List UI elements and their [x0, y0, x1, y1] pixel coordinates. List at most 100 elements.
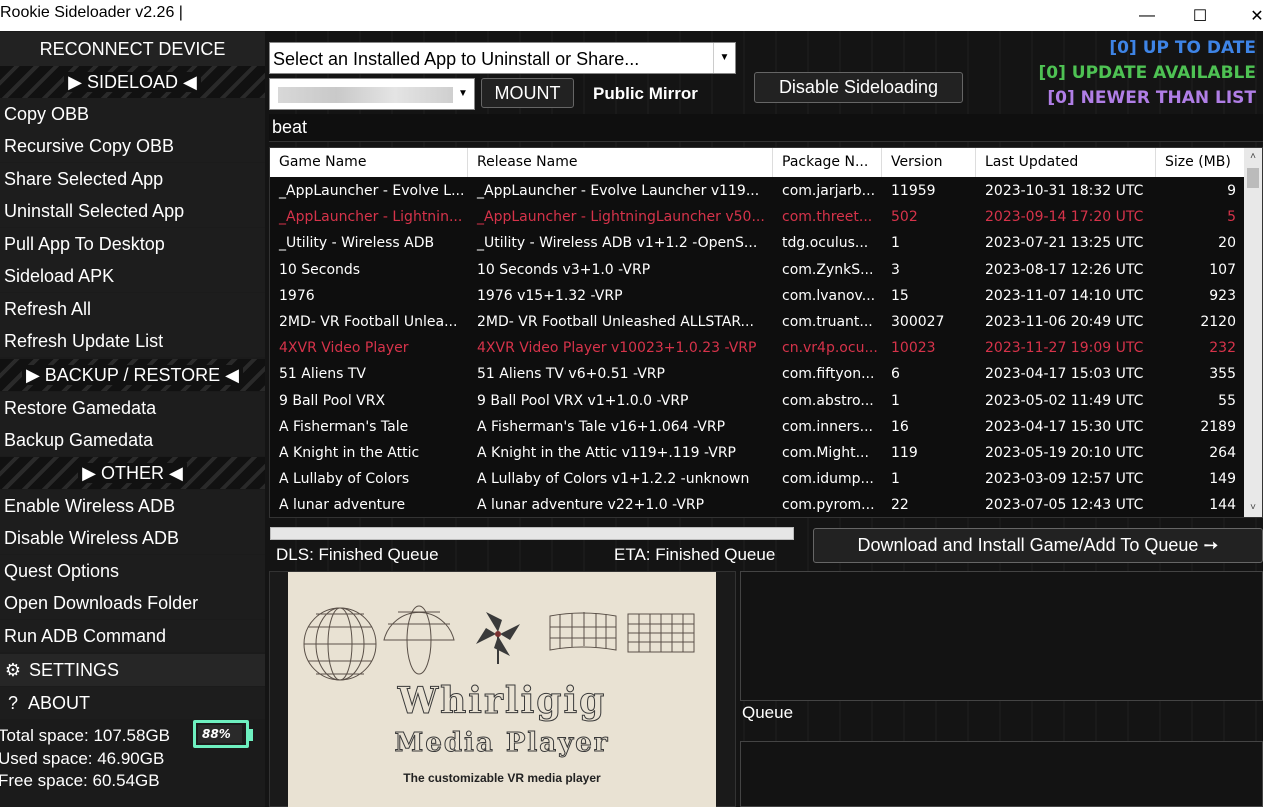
- version-cell: 16: [891, 418, 909, 435]
- share-selected-app-button[interactable]: Share Selected App: [0, 163, 265, 195]
- about-button[interactable]: ? ABOUT: [0, 687, 265, 719]
- scrollbar-thumb[interactable]: [1247, 168, 1259, 188]
- battery-nub: [249, 729, 253, 741]
- size-cell: 9: [1227, 183, 1236, 199]
- release-name-cell: 10 Seconds v3+1.0 -VRP: [477, 261, 651, 278]
- package-name-cell: com.inners...: [782, 418, 873, 435]
- table-row[interactable]: 51 Aliens TV 51 Aliens TV v6+0.51 -VRP com…: [270, 361, 1245, 387]
- table-row[interactable]: A Fisherman's Tale A Fisherman's Tale v16…: [270, 414, 1245, 440]
- quest-options-button[interactable]: Quest Options: [0, 555, 265, 587]
- chevron-down-icon[interactable]: ▼: [452, 79, 474, 109]
- flat-grid-icon: [627, 613, 695, 653]
- copy-obb-button[interactable]: Copy OBB: [0, 98, 265, 130]
- backup-section-header: ▶ BACKUP / RESTORE ◀: [0, 359, 265, 391]
- table-row[interactable]: A Lullaby of Colors A Lullaby of Colors v…: [270, 466, 1245, 492]
- column-last-updated[interactable]: Last Updated: [976, 148, 1156, 177]
- mount-button[interactable]: MOUNT: [481, 78, 574, 108]
- run-adb-command-button[interactable]: Run ADB Command: [0, 620, 265, 652]
- backup-gamedata-button[interactable]: Backup Gamedata: [0, 424, 265, 456]
- size-cell: 232: [1209, 340, 1236, 357]
- title-bar: Rookie Sideloader v2.26 | — ☐ ✕: [0, 0, 1263, 31]
- release-name-cell: 2MD- VR Football Unleashed ALLSTAR...: [477, 314, 754, 330]
- table-row[interactable]: 10 Seconds 10 Seconds v3+1.0 -VRP com.Zynk…: [270, 257, 1245, 283]
- version-cell: 502: [891, 209, 918, 226]
- dome-grid-icon: [383, 605, 455, 675]
- installed-app-select-value: Select an Installed App to Uninstall or …: [273, 49, 640, 69]
- release-name-cell: _AppLauncher - Evolve Launcher v119...: [477, 183, 760, 199]
- open-downloads-folder-button[interactable]: Open Downloads Folder: [0, 587, 265, 619]
- size-cell: 923: [1209, 287, 1236, 304]
- release-name-cell: A Lullaby of Colors v1+1.2.2 -unknown: [477, 471, 750, 488]
- minimize-button[interactable]: —: [1124, 0, 1170, 31]
- column-game-name[interactable]: Game Name: [270, 148, 468, 177]
- size-cell: 144: [1209, 497, 1236, 514]
- queue-label: Queue: [742, 703, 794, 722]
- table-row[interactable]: _Utility - Wireless ADB _Utility - Wirele…: [270, 230, 1245, 256]
- last-updated-cell: 2023-05-02 11:49 UTC: [985, 392, 1144, 409]
- scroll-down-icon[interactable]: ˅: [1244, 499, 1262, 517]
- sideload-apk-button[interactable]: Sideload APK: [0, 260, 265, 292]
- dls-status-label: DLS: Finished Queue: [276, 545, 439, 564]
- restore-gamedata-button[interactable]: Restore Gamedata: [0, 392, 265, 424]
- table-row[interactable]: _AppLauncher - Evolve L... _AppLauncher -…: [270, 178, 1245, 204]
- sideload-header-label: ▶ SIDELOAD ◀: [64, 72, 201, 92]
- table-row[interactable]: 2MD- VR Football Unlea... 2MD- VR Footbal…: [270, 309, 1245, 335]
- game-name-cell: A Knight in the Attic: [279, 445, 420, 461]
- mirror-select[interactable]: ▼: [269, 78, 475, 110]
- download-install-button[interactable]: Download and Install Game/Add To Queue ➙: [813, 528, 1263, 563]
- release-name-cell: 51 Aliens TV v6+0.51 -VRP: [477, 366, 665, 383]
- size-cell: 2120: [1200, 314, 1236, 330]
- total-space-label: Total space: 107.58GB: [0, 726, 171, 745]
- table-row[interactable]: 9 Ball Pool VRX 9 Ball Pool VRX v1+1.0.0 …: [270, 388, 1245, 414]
- release-name-cell: A Knight in the Attic v119+.119 -VRP: [477, 445, 736, 461]
- chevron-down-icon[interactable]: ▼: [713, 43, 735, 73]
- reconnect-device-button[interactable]: RECONNECT DEVICE: [0, 32, 265, 66]
- game-name-cell: 10 Seconds: [279, 261, 361, 278]
- column-version[interactable]: Version: [882, 148, 976, 177]
- refresh-all-button[interactable]: Refresh All: [0, 293, 265, 325]
- recursive-copy-obb-button[interactable]: Recursive Copy OBB: [0, 130, 265, 162]
- table-row[interactable]: 1976 1976 v15+1.32 -VRP com.lvanov... 15 202…: [270, 283, 1245, 309]
- last-updated-cell: 2023-07-21 13:25 UTC: [985, 235, 1144, 252]
- last-updated-cell: 2023-05-19 20:10 UTC: [985, 445, 1144, 461]
- question-icon: ?: [7, 693, 18, 713]
- table-row[interactable]: A lunar adventure A lunar adventure v22+1…: [270, 492, 1245, 517]
- version-cell: 119: [891, 445, 918, 461]
- installed-app-select[interactable]: Select an Installed App to Uninstall or …: [269, 42, 736, 74]
- game-preview-image: Whirligig Media Player The customizable …: [288, 572, 716, 807]
- globe-grid-icon: [303, 607, 377, 681]
- scroll-up-icon[interactable]: ˄: [1244, 148, 1262, 166]
- other-header-label: ▶ OTHER ◀: [78, 463, 187, 483]
- uninstall-selected-app-button[interactable]: Uninstall Selected App: [0, 195, 265, 227]
- refresh-update-list-button[interactable]: Refresh Update List: [0, 325, 265, 357]
- package-name-cell: cn.vr4p.ocu...: [782, 340, 878, 357]
- table-row[interactable]: A Knight in the Attic A Knight in the Att…: [270, 440, 1245, 466]
- eta-status-label: ETA: Finished Queue: [614, 545, 776, 564]
- curved-grid-icon: [549, 612, 617, 651]
- version-cell: 3: [891, 261, 900, 278]
- column-size[interactable]: Size (MB): [1156, 148, 1245, 177]
- disable-sideloading-button[interactable]: Disable Sideloading: [754, 72, 963, 103]
- queue-list[interactable]: [740, 741, 1263, 807]
- game-name-cell: A Lullaby of Colors: [279, 471, 410, 488]
- pull-app-to-desktop-button[interactable]: Pull App To Desktop: [0, 228, 265, 260]
- enable-wireless-adb-button[interactable]: Enable Wireless ADB: [0, 490, 265, 522]
- game-name-cell: A lunar adventure: [279, 497, 406, 514]
- table-row[interactable]: 4XVR Video Player 4XVR Video Player v1002…: [270, 335, 1245, 361]
- close-button[interactable]: ✕: [1234, 0, 1263, 31]
- column-release-name[interactable]: Release Name: [468, 148, 773, 177]
- used-space-label: Used space: 46.90GB: [0, 749, 165, 768]
- table-row[interactable]: _AppLauncher - Lightnin... _AppLauncher -…: [270, 204, 1245, 230]
- settings-label: SETTINGS: [29, 660, 120, 680]
- version-cell: 6: [891, 366, 900, 383]
- package-name-cell: com.ZynkS...: [782, 261, 874, 278]
- table-scrollbar[interactable]: ˄ ˅: [1244, 148, 1262, 517]
- disable-wireless-adb-button[interactable]: Disable Wireless ADB: [0, 522, 265, 554]
- settings-button[interactable]: ⚙ SETTINGS: [0, 654, 265, 686]
- public-mirror-label: Public Mirror: [593, 84, 698, 103]
- column-package-name[interactable]: Package N...: [773, 148, 882, 177]
- maximize-button[interactable]: ☐: [1177, 0, 1223, 31]
- version-cell: 11959: [891, 183, 936, 199]
- size-cell: 55: [1218, 392, 1236, 409]
- search-input[interactable]: [269, 114, 1263, 142]
